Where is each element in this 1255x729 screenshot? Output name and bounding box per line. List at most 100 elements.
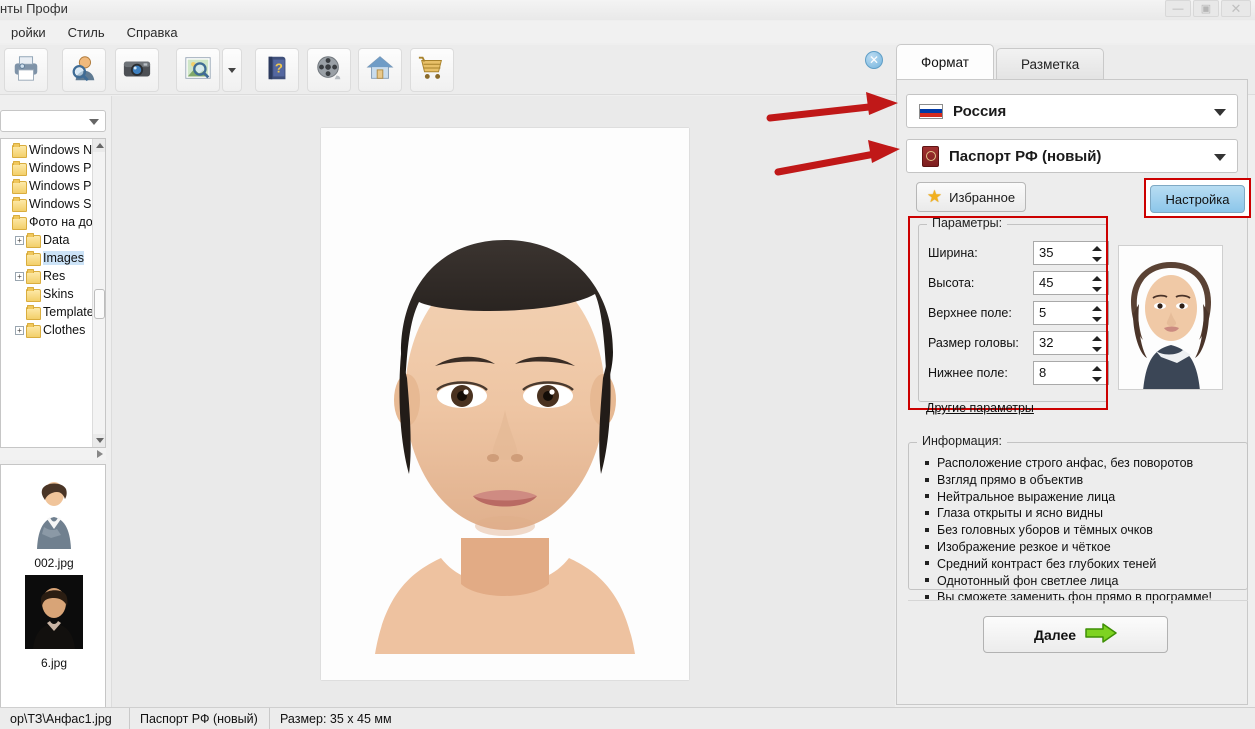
folder-path-combobox[interactable] bbox=[0, 110, 106, 132]
information-group: Информация: Расположение строго анфас, б… bbox=[908, 434, 1248, 604]
spinner-arrows[interactable] bbox=[1092, 365, 1103, 383]
scroll-up-button[interactable] bbox=[93, 139, 105, 152]
website-button[interactable] bbox=[358, 48, 402, 92]
tree-item[interactable]: Фото на док bbox=[1, 213, 98, 231]
spinner-down-icon[interactable] bbox=[1092, 347, 1102, 352]
tree-item[interactable]: Images bbox=[1, 249, 93, 267]
tree-item[interactable]: Windows NT bbox=[1, 141, 100, 159]
maximize-button[interactable]: ▣ bbox=[1193, 0, 1219, 17]
menu-item-style[interactable]: Стиль bbox=[57, 23, 116, 42]
spinner-up-icon[interactable] bbox=[1092, 366, 1102, 371]
tree-item-label: Clothes bbox=[43, 323, 86, 337]
parameter-spinner[interactable]: 5 bbox=[1033, 301, 1109, 325]
preview-dropdown-button[interactable] bbox=[222, 48, 242, 92]
menu-item-settings[interactable]: ройки bbox=[0, 23, 57, 42]
help-button[interactable]: ? bbox=[255, 48, 299, 92]
tree-item-label: Фото на док bbox=[29, 215, 99, 229]
scroll-down-button[interactable] bbox=[93, 434, 105, 447]
setup-button[interactable]: Настройка bbox=[1150, 185, 1245, 213]
close-overlay-button[interactable]: ✕ bbox=[865, 51, 883, 69]
book-help-icon: ? bbox=[262, 53, 292, 88]
scroll-thumb[interactable] bbox=[94, 289, 105, 319]
application-window: нты Профи — ▣ ✕ ройки Стиль Справка ? Wi… bbox=[0, 0, 1255, 729]
tree-item[interactable]: Windows Sid bbox=[1, 195, 101, 213]
parameter-spinner[interactable]: 45 bbox=[1033, 271, 1109, 295]
menu-item-help[interactable]: Справка bbox=[116, 23, 189, 42]
other-parameters-link[interactable]: Другие параметры bbox=[926, 401, 1034, 415]
spinner-up-icon[interactable] bbox=[1092, 276, 1102, 281]
expand-icon[interactable]: + bbox=[15, 271, 24, 281]
folder-tree[interactable]: Windows NT Windows Ph Windows Po Windows Si… bbox=[0, 138, 106, 448]
video-lessons-button[interactable] bbox=[307, 48, 351, 92]
main-photo[interactable] bbox=[321, 128, 689, 680]
chevron-down-icon bbox=[228, 67, 236, 73]
thumbnail-list[interactable]: 002.jpg 6.jpg bbox=[0, 464, 106, 727]
tree-item[interactable]: + Data bbox=[1, 231, 93, 249]
parameter-label: Ширина: bbox=[928, 246, 978, 260]
tree-item[interactable]: + Res bbox=[1, 267, 93, 285]
buy-button[interactable] bbox=[410, 48, 454, 92]
triangle-up-icon bbox=[95, 143, 104, 148]
folder-icon bbox=[12, 142, 27, 158]
parameter-spinner[interactable]: 32 bbox=[1033, 331, 1109, 355]
spinner-up-icon[interactable] bbox=[1092, 306, 1102, 311]
format-preview bbox=[1118, 245, 1223, 390]
bullet-icon bbox=[925, 595, 929, 600]
folder-icon bbox=[26, 232, 41, 248]
parameter-row: Высота: 45 bbox=[928, 271, 1109, 295]
country-select[interactable]: Россия bbox=[906, 94, 1238, 128]
face-detect-button[interactable] bbox=[62, 48, 106, 92]
parameter-spinner[interactable]: 35 bbox=[1033, 241, 1109, 265]
tree-item-label: Windows Po bbox=[29, 179, 99, 193]
favorites-button[interactable]: ★ Избранное bbox=[916, 182, 1026, 212]
spinner-arrows[interactable] bbox=[1092, 245, 1103, 263]
tab-format[interactable]: Формат bbox=[896, 44, 994, 80]
next-button-label: Далее bbox=[1033, 626, 1077, 643]
document-select[interactable]: Паспорт РФ (новый) bbox=[906, 139, 1238, 173]
left-panel: Windows NT Windows Ph Windows Po Windows Si… bbox=[0, 96, 110, 727]
preview-button[interactable] bbox=[176, 48, 220, 92]
tree-item[interactable]: + Clothes bbox=[1, 321, 93, 339]
tree-item[interactable]: Windows Ph bbox=[1, 159, 98, 177]
star-icon: ★ bbox=[926, 187, 943, 206]
thumbnail-filename: 6.jpg bbox=[40, 656, 68, 670]
triangle-right-icon bbox=[97, 450, 103, 458]
spinner-down-icon[interactable] bbox=[1092, 287, 1102, 292]
spinner-down-icon[interactable] bbox=[1092, 257, 1102, 262]
chevron-down-icon bbox=[89, 119, 99, 125]
minimize-button[interactable]: — bbox=[1165, 0, 1191, 17]
tree-vertical-scrollbar[interactable] bbox=[92, 139, 105, 447]
close-button[interactable]: ✕ bbox=[1221, 0, 1251, 17]
folder-icon bbox=[12, 196, 27, 212]
tab-layout[interactable]: Разметка bbox=[995, 48, 1105, 80]
spinner-down-icon[interactable] bbox=[1092, 377, 1102, 382]
expand-icon[interactable]: + bbox=[15, 235, 24, 245]
bullet-icon bbox=[925, 544, 929, 549]
information-item-text: Изображение резкое и чёткое bbox=[937, 539, 1111, 554]
folder-icon bbox=[12, 160, 27, 176]
tree-item[interactable]: Skins bbox=[1, 285, 93, 303]
photo-canvas: ✕ bbox=[111, 51, 895, 708]
status-document-type: Паспорт РФ (новый) bbox=[130, 707, 270, 729]
parameter-label: Размер головы: bbox=[928, 336, 1019, 350]
camera-button[interactable] bbox=[115, 48, 159, 92]
information-item-text: Однотонный фон светлее лица bbox=[937, 573, 1119, 588]
spinner-arrows[interactable] bbox=[1092, 305, 1103, 323]
print-button[interactable] bbox=[4, 48, 48, 92]
tree-item[interactable]: Template bbox=[1, 303, 94, 321]
list-item[interactable]: 002.jpg bbox=[1, 475, 107, 570]
preview-image bbox=[1119, 246, 1222, 389]
expand-icon[interactable]: + bbox=[15, 325, 24, 335]
spinner-up-icon[interactable] bbox=[1092, 246, 1102, 251]
title-bar: нты Профи — ▣ ✕ bbox=[0, 0, 1255, 20]
spinner-up-icon[interactable] bbox=[1092, 336, 1102, 341]
tree-item[interactable]: Windows Po bbox=[1, 177, 98, 195]
spinner-arrows[interactable] bbox=[1092, 335, 1103, 353]
next-button[interactable]: Далее bbox=[983, 616, 1168, 653]
spinner-down-icon[interactable] bbox=[1092, 317, 1102, 322]
tree-horizontal-scrollbar[interactable] bbox=[0, 448, 106, 460]
parameter-spinner[interactable]: 8 bbox=[1033, 361, 1109, 385]
list-item[interactable]: 6.jpg bbox=[1, 575, 107, 670]
spinner-arrows[interactable] bbox=[1092, 275, 1103, 293]
